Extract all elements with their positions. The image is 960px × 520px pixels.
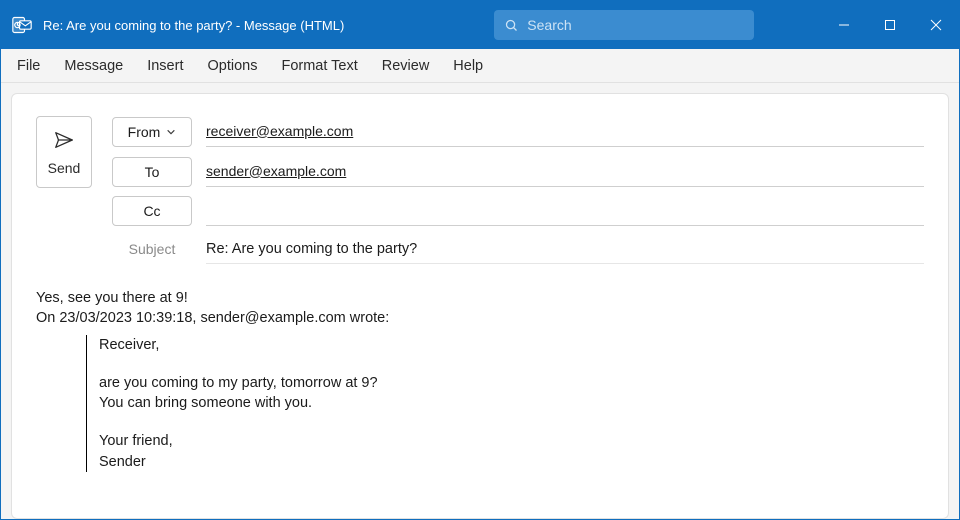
search-box[interactable]: [494, 10, 754, 40]
close-button[interactable]: [913, 1, 959, 49]
quote-intro: On 23/03/2023 10:39:18, sender@example.c…: [36, 308, 924, 328]
search-icon: [504, 18, 519, 33]
quoted-signoff: Your friend,: [99, 431, 924, 451]
from-button[interactable]: From: [112, 117, 192, 147]
maximize-button[interactable]: [867, 1, 913, 49]
menu-options[interactable]: Options: [207, 58, 257, 74]
menubar: File Message Insert Options Format Text …: [1, 49, 959, 83]
to-label: To: [145, 164, 160, 180]
quoted-line1: are you coming to my party, tomorrow at …: [99, 373, 924, 393]
cc-button[interactable]: Cc: [112, 196, 192, 226]
quoted-signature: Sender: [99, 452, 924, 472]
send-label: Send: [48, 160, 81, 176]
app-icon: [11, 14, 33, 36]
cc-field[interactable]: [206, 196, 924, 226]
minimize-button[interactable]: [821, 1, 867, 49]
from-label: From: [128, 124, 161, 140]
from-value: receiver@example.com: [206, 123, 353, 139]
reply-text: Yes, see you there at 9!: [36, 288, 924, 308]
menu-file[interactable]: File: [17, 58, 40, 74]
quoted-line2: You can bring someone with you.: [99, 393, 924, 413]
menu-help[interactable]: Help: [453, 58, 483, 74]
subject-field[interactable]: Re: Are you coming to the party?: [206, 234, 924, 264]
message-body[interactable]: Yes, see you there at 9! On 23/03/2023 1…: [36, 288, 924, 472]
menu-insert[interactable]: Insert: [147, 58, 183, 74]
to-field[interactable]: sender@example.com: [206, 157, 924, 187]
menu-message[interactable]: Message: [64, 58, 123, 74]
subject-label: Subject: [112, 241, 192, 257]
to-button[interactable]: To: [112, 157, 192, 187]
titlebar: Re: Are you coming to the party? - Messa…: [1, 1, 959, 49]
window-controls: [821, 1, 959, 49]
quoted-block: Receiver, are you coming to my party, to…: [86, 335, 924, 472]
to-value: sender@example.com: [206, 163, 346, 179]
paper-plane-icon: [53, 129, 75, 154]
send-button[interactable]: Send: [36, 116, 92, 188]
cc-label: Cc: [143, 203, 160, 219]
compose-panel: Send From receiver@example.com To sender…: [11, 93, 949, 519]
quoted-greeting: Receiver,: [99, 335, 924, 355]
subject-value: Re: Are you coming to the party?: [206, 241, 417, 257]
chevron-down-icon: [166, 127, 176, 137]
search-input[interactable]: [527, 17, 744, 33]
window-title: Re: Are you coming to the party? - Messa…: [43, 18, 344, 33]
menu-format-text[interactable]: Format Text: [281, 58, 357, 74]
from-field[interactable]: receiver@example.com: [206, 117, 924, 147]
menu-review[interactable]: Review: [382, 58, 430, 74]
